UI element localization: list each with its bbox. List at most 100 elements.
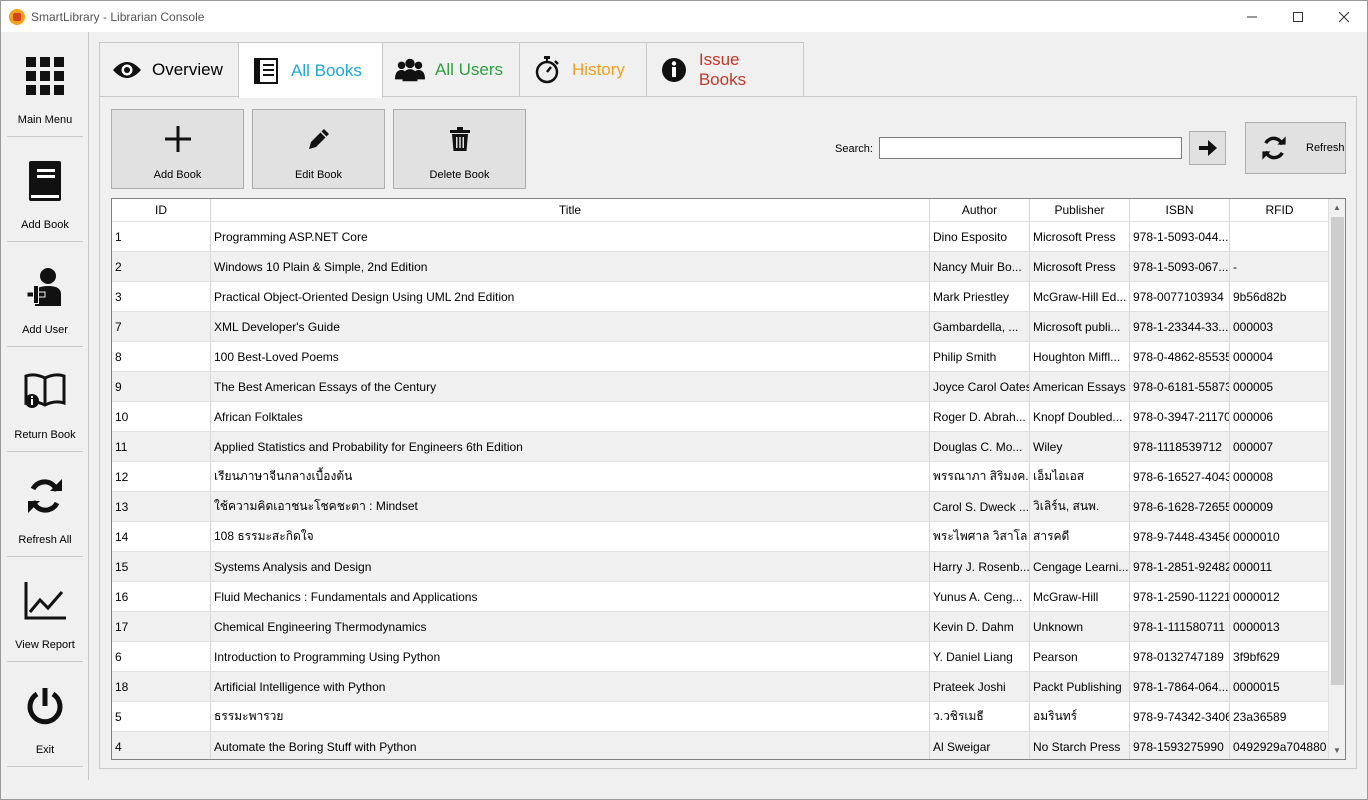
cell-publisher: Microsoft Press (1030, 222, 1130, 251)
scroll-up-icon[interactable]: ▲ (1329, 199, 1345, 216)
tab-all-books[interactable]: All Books (238, 42, 383, 98)
nav-refresh-all[interactable]: Refresh All (7, 452, 83, 557)
table-row[interactable]: 7 XML Developer's Guide Gambardella, ... Mi… (112, 311, 1330, 341)
search-go-button[interactable] (1189, 131, 1226, 165)
refresh-button[interactable]: Refresh (1245, 122, 1346, 174)
cell-id: 1 (112, 222, 211, 251)
cell-title: Applied Statistics and Probability for E… (211, 432, 930, 461)
column-header-publisher[interactable]: Publisher (1030, 199, 1130, 221)
add-book-button[interactable]: Add Book (111, 109, 244, 189)
cell-isbn: 978-0-6181-55873 (1130, 372, 1230, 401)
cell-id: 11 (112, 432, 211, 461)
vertical-scrollbar[interactable]: ▲ ▼ (1328, 199, 1345, 759)
cell-id: 5 (112, 702, 211, 731)
cell-author: Roger D. Abrah... (930, 402, 1030, 431)
table-row[interactable]: 10 African Folktales Roger D. Abrah... Knop… (112, 401, 1330, 431)
tab-history[interactable]: History (519, 42, 647, 97)
arrow-right-icon (1198, 140, 1217, 156)
maximize-button[interactable] (1275, 1, 1321, 32)
cell-publisher: Pearson (1030, 642, 1130, 671)
column-header-isbn[interactable]: ISBN (1130, 199, 1230, 221)
tab-label: History (572, 60, 625, 79)
cell-rfid: 0000012 (1230, 582, 1330, 611)
table-row[interactable]: 13 ใช้ความคิดเอาชนะโชคชะตา : Mindset Carol… (112, 491, 1330, 521)
cell-id: 8 (112, 342, 211, 371)
eye-icon (112, 55, 142, 85)
nav-add-book[interactable]: Add Book (7, 137, 83, 242)
table-header: ID Title Author Publisher ISBN RFID (112, 199, 1330, 221)
cell-rfid: 9b56d82b (1230, 282, 1330, 311)
table-row[interactable]: 14 108 ธรรมะสะกิดใจ พระไพศาล วิสาโล สารคดี 9… (112, 521, 1330, 551)
table-row[interactable]: 15 Systems Analysis and Design Harry J. Ro… (112, 551, 1330, 581)
grid-icon (23, 54, 67, 98)
nav-view-report[interactable]: View Report (7, 557, 83, 662)
cell-title: Windows 10 Plain & Simple, 2nd Edition (211, 252, 930, 281)
column-header-rfid[interactable]: RFID (1230, 199, 1330, 221)
scroll-down-icon[interactable]: ▼ (1329, 742, 1345, 759)
app-window: SmartLibrary - Librarian Console Main Me… (0, 0, 1368, 800)
cell-author: Y. Daniel Liang (930, 642, 1030, 671)
nav-return-book[interactable]: Return Book (7, 347, 83, 452)
column-header-id[interactable]: ID (112, 199, 211, 221)
column-header-author[interactable]: Author (930, 199, 1030, 221)
cell-isbn: 978-1-111580711 (1130, 612, 1230, 641)
table-row[interactable]: 12 เรียนภาษาจีนกลางเบื้องต้น พรรณาภา สิริม… (112, 461, 1330, 491)
tab-overview[interactable]: Overview (99, 42, 239, 97)
nav-exit[interactable]: Exit (7, 662, 83, 767)
nav-label: Add User (22, 324, 68, 336)
edit-book-button[interactable]: Edit Book (252, 109, 385, 189)
table-row[interactable]: 16 Fluid Mechanics : Fundamentals and App… (112, 581, 1330, 611)
cell-id: 18 (112, 672, 211, 701)
cell-rfid (1230, 222, 1330, 251)
table-row[interactable]: 11 Applied Statistics and Probability for… (112, 431, 1330, 461)
tab-all-users[interactable]: All Users (382, 42, 520, 97)
cell-title: ธรรมะพารวย (211, 702, 930, 731)
search-input[interactable] (879, 137, 1182, 159)
column-header-title[interactable]: Title (211, 199, 930, 221)
minimize-icon (1247, 16, 1257, 17)
table-row[interactable]: 17 Chemical Engineering Thermodynamics Kev… (112, 611, 1330, 641)
cell-publisher: American Essays (1030, 372, 1130, 401)
cell-id: 2 (112, 252, 211, 281)
refresh-icon (1260, 134, 1288, 162)
cell-isbn: 978-1593275990 (1130, 732, 1230, 759)
scroll-thumb[interactable] (1331, 217, 1344, 685)
table-row[interactable]: 3 Practical Object-Oriented Design Using … (112, 281, 1330, 311)
nav-label: Return Book (14, 429, 76, 441)
tab-label: All Books (291, 60, 362, 80)
table-row[interactable]: 9 The Best American Essays of the Century… (112, 371, 1330, 401)
delete-book-label: Delete Book (429, 169, 490, 181)
cell-rfid: 0000013 (1230, 612, 1330, 641)
cell-title: เรียนภาษาจีนกลางเบื้องต้น (211, 462, 930, 491)
cell-isbn: 978-9-74342-3406 (1130, 702, 1230, 731)
nav-add-user[interactable]: Add User (7, 242, 83, 347)
cell-publisher: McGraw-Hill Ed... (1030, 282, 1130, 311)
cell-author: Carol S. Dweck ... (930, 492, 1030, 521)
table-row[interactable]: 8 100 Best-Loved Poems Philip Smith Houghto… (112, 341, 1330, 371)
cell-isbn: 978-0077103934 (1130, 282, 1230, 311)
book-icon (23, 159, 67, 203)
delete-book-button[interactable]: Delete Book (393, 109, 526, 189)
table-row[interactable]: 5 ธรรมะพารวย ว.วชิรเมธี อมรินทร์ 978-9-74342… (112, 701, 1330, 731)
table-row[interactable]: 4 Automate the Boring Stuff with Python Al… (112, 731, 1330, 759)
nav-main-menu[interactable]: Main Menu (7, 32, 83, 137)
cell-id: 15 (112, 552, 211, 581)
cell-isbn: 978-9-7448-43456 (1130, 522, 1230, 551)
cell-title: 108 ธรรมะสะกิดใจ (211, 522, 930, 551)
minimize-button[interactable] (1229, 1, 1275, 32)
cell-title: African Folktales (211, 402, 930, 431)
cell-id: 17 (112, 612, 211, 641)
table-row[interactable]: 6 Introduction to Programming Using Pytho… (112, 641, 1330, 671)
table-row[interactable]: 1 Programming ASP.NET Core Dino Esposito Mi… (112, 221, 1330, 251)
cell-title: Fluid Mechanics : Fundamentals and Appli… (211, 582, 930, 611)
tab-issue-books[interactable]: Issue Books (646, 42, 804, 97)
cell-publisher: Wiley (1030, 432, 1130, 461)
table-row[interactable]: 18 Artificial Intelligence with Python Pra… (112, 671, 1330, 701)
window-title: SmartLibrary - Librarian Console (31, 9, 205, 24)
cell-isbn: 978-1-7864-064... (1130, 672, 1230, 701)
cell-author: Kevin D. Dahm (930, 612, 1030, 641)
cell-rfid: 000008 (1230, 462, 1330, 491)
close-button[interactable] (1321, 1, 1367, 32)
cell-rfid: 000006 (1230, 402, 1330, 431)
table-row[interactable]: 2 Windows 10 Plain & Simple, 2nd Edition N… (112, 251, 1330, 281)
